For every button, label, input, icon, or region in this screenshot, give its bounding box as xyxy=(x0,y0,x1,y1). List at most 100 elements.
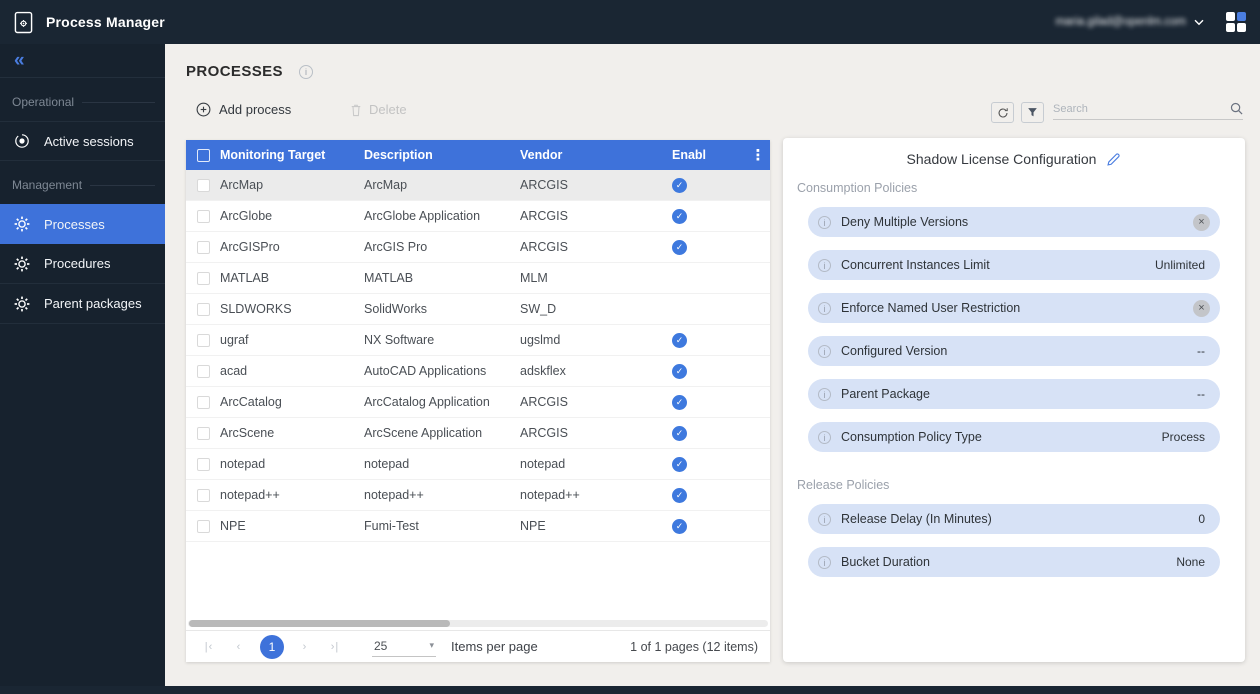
search-icon[interactable] xyxy=(1230,102,1243,115)
policy-value: -- xyxy=(1197,344,1205,358)
edit-pencil-icon[interactable] xyxy=(1106,152,1121,167)
row-checkbox[interactable] xyxy=(197,427,210,440)
cell-description: AutoCAD Applications xyxy=(364,364,520,378)
cell-monitoring-target: ugraf xyxy=(220,333,364,347)
table-row[interactable]: ArcGISProArcGIS ProARCGIS✓ xyxy=(186,232,770,263)
table-row[interactable]: ugrafNX Softwareugslmd✓ xyxy=(186,325,770,356)
row-checkbox[interactable] xyxy=(197,210,210,223)
delete-button[interactable]: Delete xyxy=(350,102,407,117)
column-header-description[interactable]: Description xyxy=(364,148,520,162)
current-page-button[interactable]: 1 xyxy=(260,635,284,659)
row-checkbox[interactable] xyxy=(197,396,210,409)
policy-pill[interactable]: iConcurrent Instances LimitUnlimited xyxy=(808,250,1220,280)
info-icon[interactable]: i xyxy=(818,513,831,526)
policy-pill[interactable]: iDeny Multiple Versions× xyxy=(808,207,1220,237)
row-checkbox-cell xyxy=(186,458,220,471)
page-size-select[interactable]: 25 ▾ xyxy=(372,637,436,657)
row-checkbox-cell xyxy=(186,272,220,285)
table-row[interactable]: ArcSceneArcScene ApplicationARCGIS✓ xyxy=(186,418,770,449)
last-page-button[interactable]: ›| xyxy=(320,641,350,653)
previous-page-button[interactable]: ‹ xyxy=(224,641,254,653)
row-checkbox[interactable] xyxy=(197,272,210,285)
policy-pill[interactable]: iEnforce Named User Restriction× xyxy=(808,293,1220,323)
table-row[interactable]: SLDWORKSSolidWorksSW_D xyxy=(186,294,770,325)
sidebar-item-processes[interactable]: Processes xyxy=(0,204,165,244)
policy-pill[interactable]: iConfigured Version-- xyxy=(808,336,1220,366)
user-menu-chevron-down-icon[interactable] xyxy=(1194,19,1204,26)
sidebar-section-management: Management xyxy=(0,178,165,192)
table-row[interactable]: ArcCatalogArcCatalog ApplicationARCGIS✓ xyxy=(186,387,770,418)
sidebar-item-label: Procedures xyxy=(44,256,110,271)
row-checkbox[interactable] xyxy=(197,489,210,502)
row-checkbox[interactable] xyxy=(197,365,210,378)
cell-description: MATLAB xyxy=(364,271,520,285)
collapse-sidebar-icon[interactable]: « xyxy=(14,51,25,70)
column-header-vendor[interactable]: Vendor xyxy=(520,148,672,162)
first-page-button[interactable]: |‹ xyxy=(194,641,224,653)
policy-off-x-icon[interactable]: × xyxy=(1193,214,1210,231)
policy-pill[interactable]: iBucket DurationNone xyxy=(808,547,1220,577)
search-input[interactable] xyxy=(1053,103,1230,115)
enabled-check-icon: ✓ xyxy=(672,457,687,472)
column-header-monitoring-target[interactable]: Monitoring Target xyxy=(220,148,364,162)
horizontal-scrollbar-thumb[interactable] xyxy=(189,620,450,627)
info-icon[interactable]: i xyxy=(818,431,831,444)
add-process-label: Add process xyxy=(219,102,291,117)
policy-pill[interactable]: iParent Package-- xyxy=(808,379,1220,409)
row-checkbox[interactable] xyxy=(197,458,210,471)
section-label-text: Operational xyxy=(12,95,74,109)
policy-pill[interactable]: iRelease Delay (In Minutes)0 xyxy=(808,504,1220,534)
cell-enabled: ✓ xyxy=(672,425,770,441)
next-page-button[interactable]: › xyxy=(290,641,320,653)
add-process-button[interactable]: Add process xyxy=(196,102,291,117)
info-icon[interactable]: i xyxy=(818,216,831,229)
row-checkbox[interactable] xyxy=(197,241,210,254)
apps-grid-icon[interactable] xyxy=(1226,12,1246,32)
info-icon[interactable]: i xyxy=(818,556,831,569)
row-checkbox-cell xyxy=(186,365,220,378)
policy-pill[interactable]: iConsumption Policy TypeProcess xyxy=(808,422,1220,452)
row-checkbox[interactable] xyxy=(197,179,210,192)
sidebar-item-parent-packages[interactable]: Parent packages xyxy=(0,284,165,324)
row-checkbox[interactable] xyxy=(197,334,210,347)
row-checkbox[interactable] xyxy=(197,520,210,533)
table-row[interactable]: NPEFumi-TestNPE✓ xyxy=(186,511,770,542)
table-row[interactable]: notepadnotepadnotepad✓ xyxy=(186,449,770,480)
refresh-button[interactable] xyxy=(991,102,1014,123)
filter-funnel-icon xyxy=(1027,107,1038,118)
main-content: PROCESSES i Add process Delete xyxy=(165,44,1260,686)
gear-icon xyxy=(14,256,30,272)
cell-monitoring-target: ArcCatalog xyxy=(220,395,364,409)
page-title: PROCESSES xyxy=(186,63,283,80)
enabled-check-icon: ✓ xyxy=(672,488,687,503)
search-field xyxy=(1053,102,1243,120)
cell-monitoring-target: notepad++ xyxy=(220,488,364,502)
cell-monitoring-target: NPE xyxy=(220,519,364,533)
sidebar-item-procedures[interactable]: Procedures xyxy=(0,244,165,284)
panel-title: Shadow License Configuration xyxy=(907,151,1097,167)
column-menu-kebab-icon[interactable]: ⋮ xyxy=(750,140,766,170)
release-policies-list: iRelease Delay (In Minutes)0iBucket Dura… xyxy=(783,504,1245,577)
row-checkbox[interactable] xyxy=(197,303,210,316)
info-icon[interactable]: i xyxy=(818,345,831,358)
table-row[interactable]: ArcGlobeArcGlobe ApplicationARCGIS✓ xyxy=(186,201,770,232)
policy-off-x-icon[interactable]: × xyxy=(1193,300,1210,317)
table-row[interactable]: ArcMapArcMapARCGIS✓ xyxy=(186,170,770,201)
policy-label: Release Delay (In Minutes) xyxy=(841,512,1198,526)
table-row[interactable]: MATLABMATLABMLM xyxy=(186,263,770,294)
sidebar-item-active-sessions[interactable]: Active sessions xyxy=(0,121,165,161)
info-icon[interactable]: i xyxy=(818,388,831,401)
horizontal-scrollbar-track[interactable] xyxy=(188,620,768,627)
table-row[interactable]: notepad++notepad++notepad++✓ xyxy=(186,480,770,511)
cell-monitoring-target: acad xyxy=(220,364,364,378)
cell-enabled: ✓ xyxy=(672,487,770,503)
filter-button[interactable] xyxy=(1021,102,1044,123)
page-info-icon[interactable]: i xyxy=(299,65,313,79)
policy-label: Consumption Policy Type xyxy=(841,430,1162,444)
select-all-checkbox[interactable] xyxy=(197,149,210,162)
info-icon[interactable]: i xyxy=(818,259,831,272)
gear-icon xyxy=(14,296,30,312)
cell-enabled: ✓ xyxy=(672,177,770,193)
table-row[interactable]: acadAutoCAD Applicationsadskflex✓ xyxy=(186,356,770,387)
info-icon[interactable]: i xyxy=(818,302,831,315)
